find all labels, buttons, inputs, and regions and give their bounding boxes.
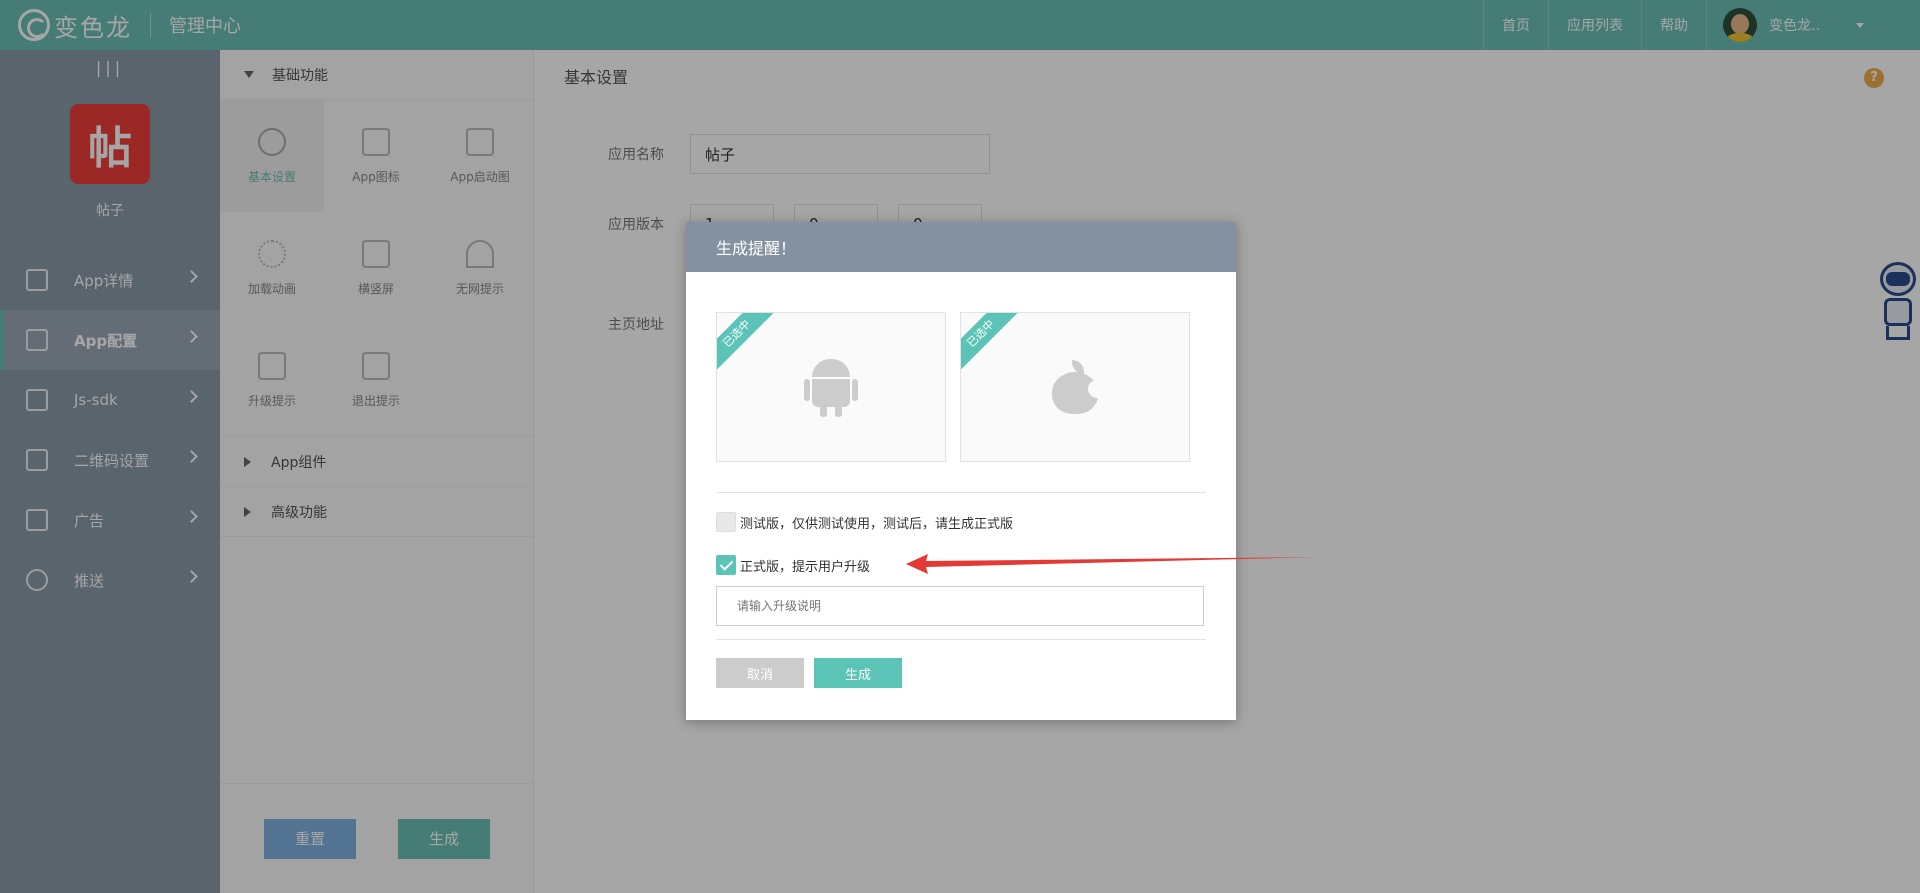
dialog-divider [716, 639, 1206, 640]
test-version-checkbox[interactable] [716, 512, 736, 532]
dialog-actions: 取消 生成 [716, 658, 902, 688]
test-version-option[interactable]: 测试版，仅供测试使用，测试后，请生成正式版 [716, 512, 1013, 532]
platform-options: 已选中 已选中 [686, 272, 1236, 462]
confirm-generate-button[interactable]: 生成 [814, 658, 902, 688]
annotation-arrow-icon [906, 554, 1320, 574]
test-version-label: 测试版，仅供测试使用，测试后，请生成正式版 [740, 516, 1014, 532]
selected-badge: 已选中 [717, 313, 781, 378]
selected-badge: 已选中 [961, 313, 1025, 378]
platform-android[interactable]: 已选中 [716, 312, 946, 462]
dialog-divider [716, 492, 1206, 493]
dialog-title: 生成提醒！ [686, 222, 1236, 272]
upgrade-notes-input[interactable] [716, 586, 1204, 626]
apple-icon [1052, 360, 1106, 414]
cancel-button[interactable]: 取消 [716, 658, 804, 688]
platform-ios[interactable]: 已选中 [960, 312, 1190, 462]
release-version-label: 正式版，提示用户升级 [740, 559, 871, 575]
release-version-option[interactable]: 正式版，提示用户升级 [716, 555, 870, 575]
release-version-checkbox[interactable] [716, 555, 736, 575]
android-icon [804, 359, 858, 417]
generate-reminder-dialog: 生成提醒！ 已选中 已选中 测试版，仅供测试使用，测试后，请生成正式版 正式版，… [686, 222, 1236, 720]
